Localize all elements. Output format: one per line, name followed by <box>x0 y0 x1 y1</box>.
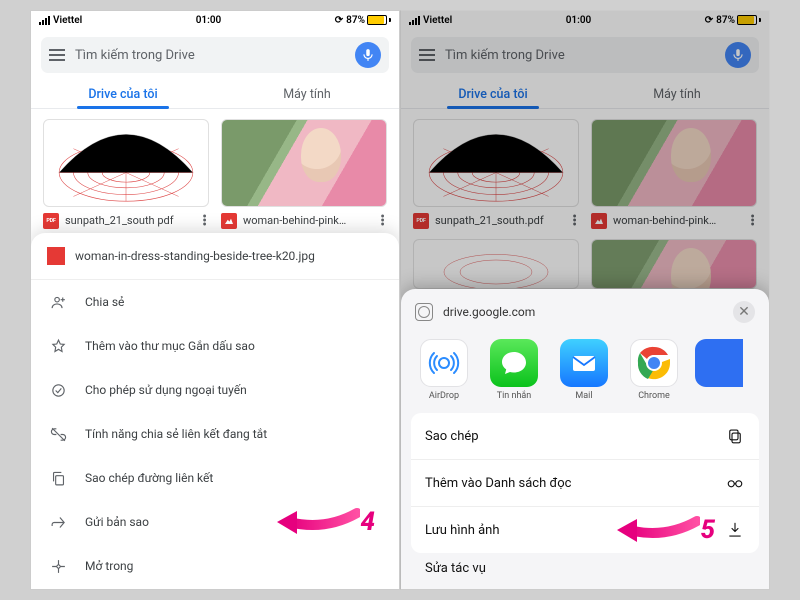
hamburger-icon[interactable] <box>49 49 65 61</box>
share-header: drive.google.com ✕ <box>411 289 759 333</box>
app-chrome[interactable]: Chrome <box>625 339 683 401</box>
sheet-header: woman-in-dress-standing-beside-tree-k20.… <box>31 233 399 280</box>
file-thumbnail <box>43 119 209 207</box>
action-edit-cut[interactable]: Sửa tác vụ <box>411 553 759 576</box>
status-bar: Viettel 01:00 ⟳ 87% <box>31 11 399 29</box>
file-grid: PDF sunpath_21_south pdf ••• woman-behin… <box>31 109 399 239</box>
safari-icon <box>415 303 433 321</box>
share-apps-row: AirDrop Tin nhắn Mail <box>411 333 759 413</box>
menu-open-in[interactable]: Mở trong <box>31 544 399 588</box>
file-name: sunpath_21_south pdf <box>65 215 174 227</box>
file-more-button[interactable]: ••• <box>202 215 209 228</box>
menu-copy-link[interactable]: Sao chép đường liên kết <box>31 456 399 500</box>
signal-icon <box>39 16 50 25</box>
action-reading-list[interactable]: Thêm vào Danh sách đọc <box>411 460 759 507</box>
link-off-icon <box>49 425 67 443</box>
file-name: woman-behind-pink… <box>243 215 346 227</box>
share-host: drive.google.com <box>443 305 535 319</box>
copy-icon <box>49 469 67 487</box>
close-button[interactable]: ✕ <box>733 301 755 323</box>
tab-bar: Drive của tôi Máy tính <box>31 79 399 109</box>
callout-number: 4 <box>360 507 375 537</box>
carrier-label: Viettel <box>53 15 82 26</box>
clock: 01:00 <box>196 15 222 26</box>
file-more-button[interactable]: ••• <box>380 215 387 228</box>
menu-share[interactable]: Chia sẻ <box>31 280 399 324</box>
callout-number: 5 <box>700 515 715 545</box>
app-airdrop[interactable]: AirDrop <box>415 339 473 401</box>
tab-my-drive[interactable]: Drive của tôi <box>31 79 215 108</box>
person-add-icon <box>49 293 67 311</box>
offline-icon <box>49 381 67 399</box>
share-actions: Sao chép Thêm vào Danh sách đọc Lưu hình… <box>411 413 759 553</box>
image-icon <box>47 247 65 265</box>
phone-left: Viettel 01:00 ⟳ 87% Tìm kiếm trong Drive… <box>30 10 400 590</box>
rotation-lock-icon: ⟳ <box>335 15 343 26</box>
voice-search-icon[interactable] <box>355 42 381 68</box>
menu-star[interactable]: Thêm vào thư mục Gắn dấu sao <box>31 324 399 368</box>
star-icon <box>49 337 67 355</box>
pdf-icon: PDF <box>43 213 59 229</box>
menu-send-copy[interactable]: Gửi bản sao 4 <box>31 500 399 544</box>
tab-computers[interactable]: Máy tính <box>215 79 399 108</box>
copy-icon <box>725 426 745 446</box>
file-tile[interactable]: woman-behind-pink… ••• <box>221 119 387 229</box>
search-placeholder: Tìm kiếm trong Drive <box>75 48 345 63</box>
share-sheet: drive.google.com ✕ AirDrop Tin nhắn <box>401 289 769 589</box>
file-thumbnail <box>221 119 387 207</box>
file-action-sheet: woman-in-dress-standing-beside-tree-k20.… <box>31 233 399 589</box>
app-mail[interactable]: Mail <box>555 339 613 401</box>
menu-link-off[interactable]: Tính năng chia sẻ liên kết đang tắt <box>31 412 399 456</box>
search-bar[interactable]: Tìm kiếm trong Drive <box>41 37 389 73</box>
app-more[interactable] <box>695 339 715 391</box>
action-save-image[interactable]: Lưu hình ảnh 5 <box>411 507 759 553</box>
menu-offline[interactable]: Cho phép sử dụng ngoại tuyến <box>31 368 399 412</box>
glasses-icon <box>725 473 745 493</box>
sheet-filename: woman-in-dress-standing-beside-tree-k20.… <box>75 249 315 263</box>
image-icon <box>221 213 237 229</box>
battery-indicator: 87% <box>346 15 391 26</box>
app-messages[interactable]: Tin nhắn <box>485 339 543 401</box>
file-tile[interactable]: PDF sunpath_21_south pdf ••• <box>43 119 209 229</box>
phone-right: Viettel 01:00 ⟳ 87% Tìm kiếm trong Drive… <box>400 10 770 590</box>
action-copy[interactable]: Sao chép <box>411 413 759 460</box>
download-icon <box>725 520 745 540</box>
open-in-icon <box>49 557 67 575</box>
forward-icon <box>49 513 67 531</box>
